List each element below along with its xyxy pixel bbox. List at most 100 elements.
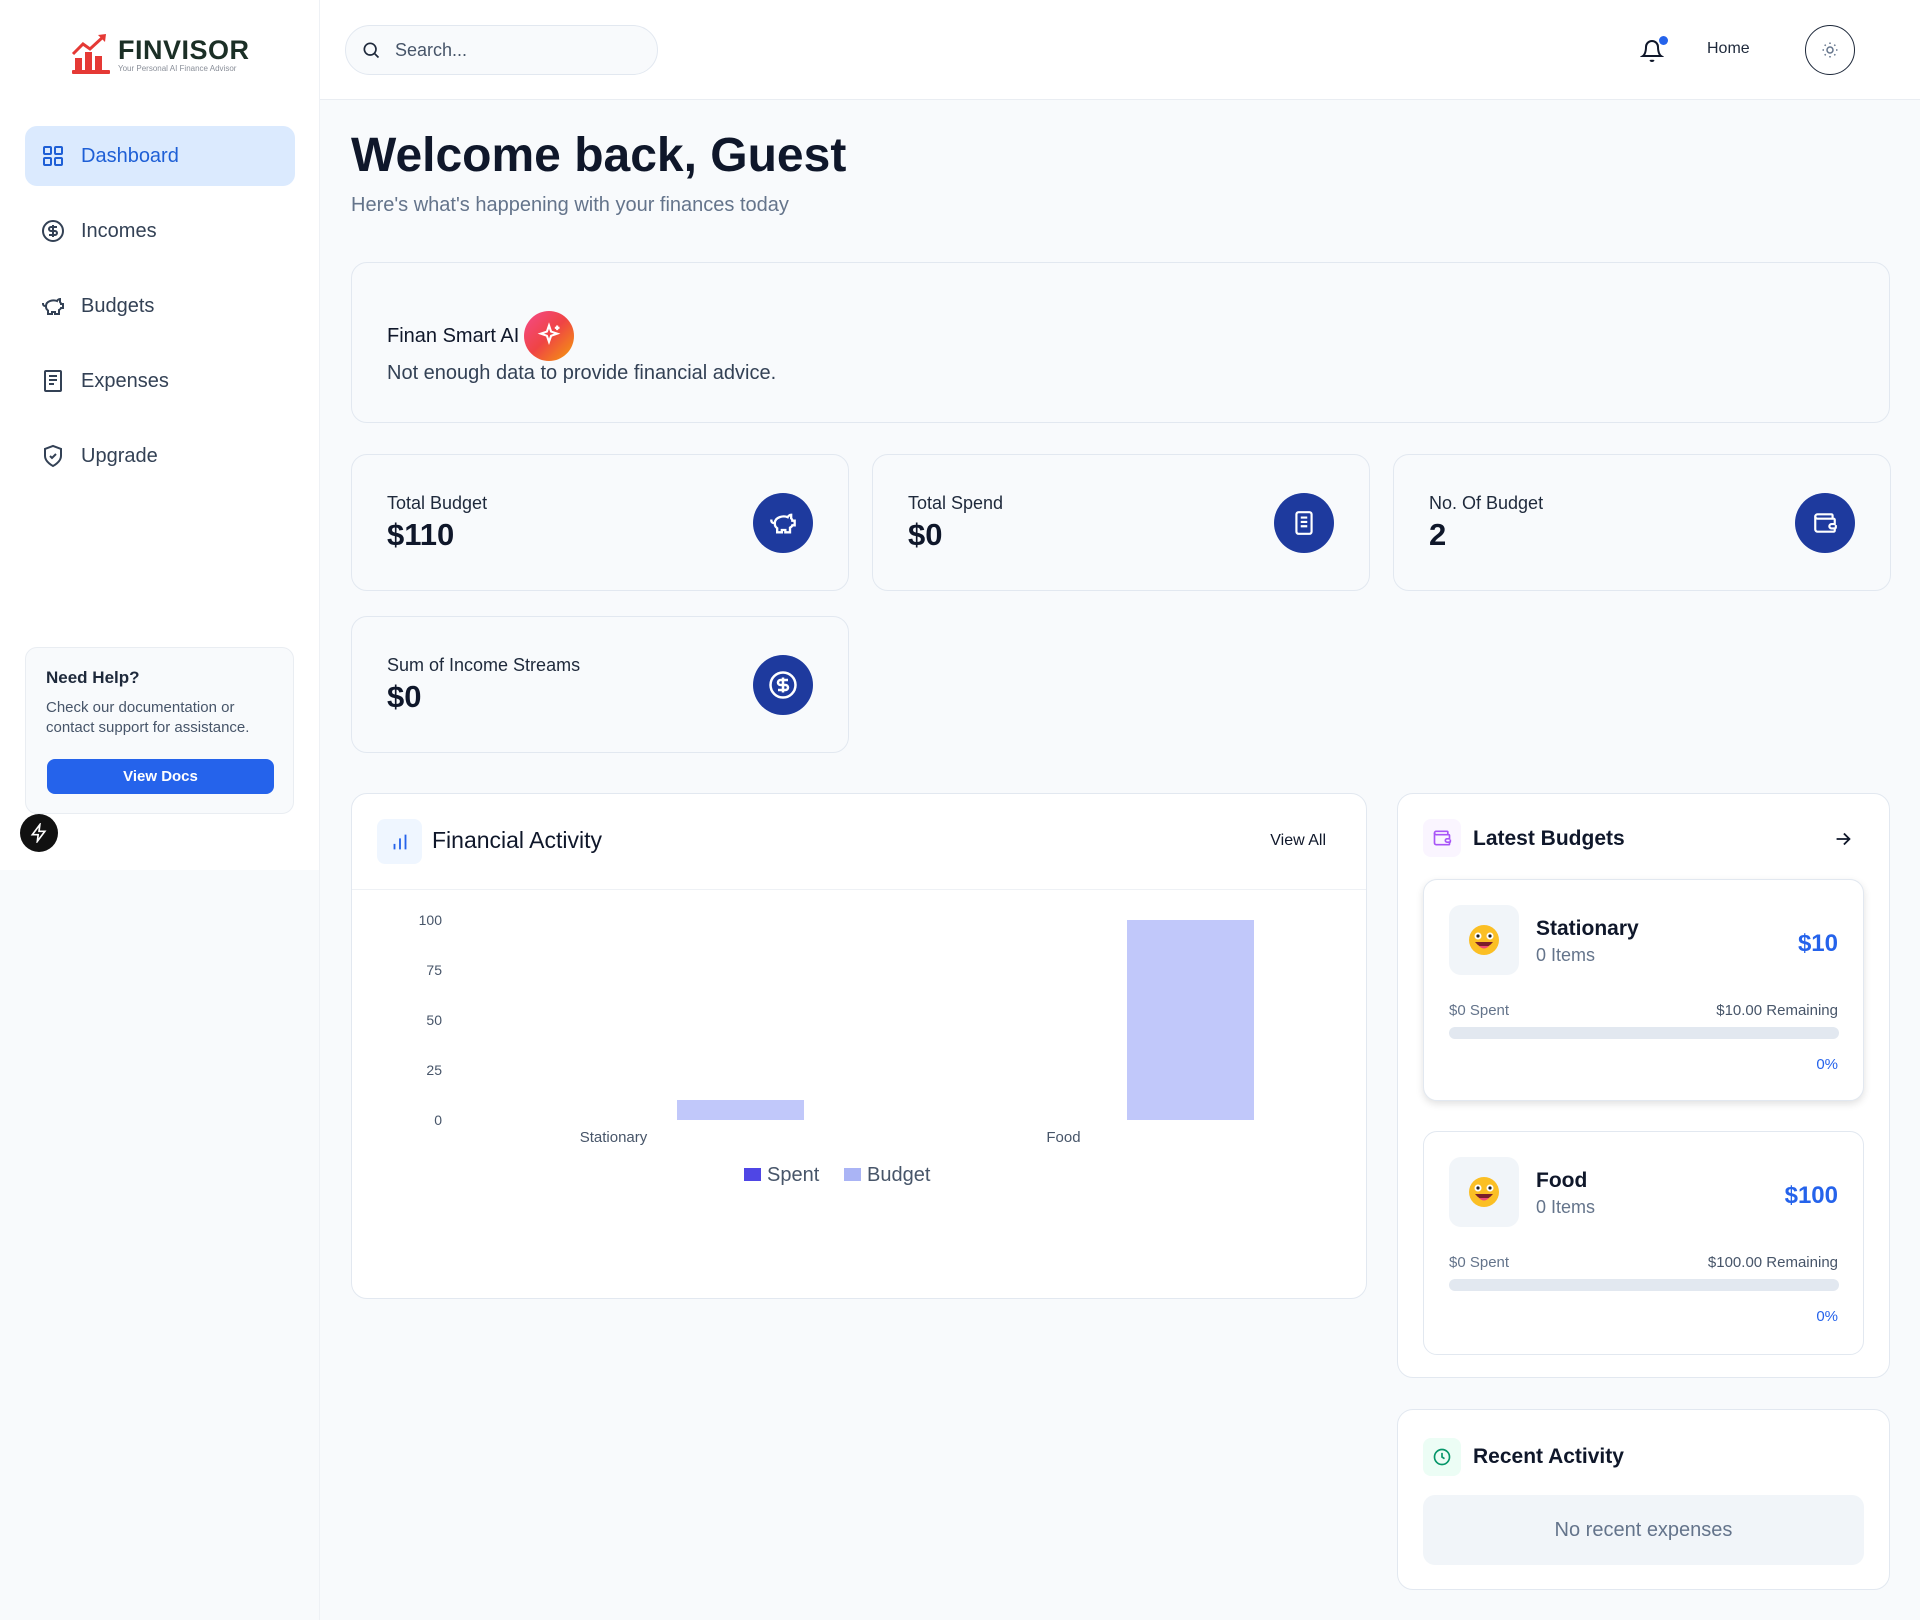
budget-spent: $0 Spent	[1449, 1254, 1510, 1271]
budget-progress-bar	[1449, 1027, 1839, 1039]
financial-activity-card: Financial Activity View All 0 25 50 75 100 St…	[351, 793, 1367, 1299]
home-link[interactable]: Home	[1707, 40, 1750, 58]
stat-icon-badge	[1274, 493, 1334, 553]
grinning-face-icon	[1469, 925, 1499, 955]
legend-swatch-spent	[744, 1168, 761, 1181]
wallet-icon	[1814, 513, 1837, 533]
sidebar-nav: Dashboard Incomes Budgets Expenses Upgra…	[25, 126, 295, 501]
sparkle-badge	[524, 311, 575, 361]
legend-label-spent: Spent	[767, 1164, 820, 1186]
y-tick-label: 25	[426, 1062, 442, 1078]
search-box[interactable]	[345, 25, 658, 75]
budget-amount: $100	[1784, 1182, 1838, 1209]
arrow-right-icon[interactable]	[1832, 828, 1854, 850]
lightning-icon	[30, 823, 47, 843]
theme-toggle-button[interactable]	[1805, 25, 1855, 75]
sidebar: FINVISOR Your Personal AI Finance Adviso…	[0, 0, 320, 870]
shield-check-icon	[44, 444, 62, 468]
view-docs-button[interactable]: View Docs	[47, 759, 274, 794]
legend-label-budget: Budget	[867, 1164, 931, 1186]
brand-tagline: Your Personal AI Finance Advisor	[118, 64, 237, 73]
sidebar-divider	[319, 870, 320, 1620]
brand-name: FINVISOR	[118, 35, 250, 65]
legend-swatch-budget	[844, 1168, 861, 1181]
sidebar-item-label: Dashboard	[81, 144, 179, 167]
budget-name: Stationary	[1536, 917, 1639, 940]
financial-activity-chart: 0 25 50 75 100 Stationary Food Spent Budget	[419, 912, 1254, 1186]
quick-action-button[interactable]	[20, 814, 58, 852]
dollar-circle-icon	[769, 671, 797, 699]
sidebar-item-label: Incomes	[81, 219, 157, 242]
piggy-bank-icon	[42, 297, 64, 315]
y-tick-label: 75	[426, 962, 442, 978]
clock-icon	[1433, 1448, 1451, 1466]
ai-title: Finan Smart AI	[387, 324, 520, 347]
budget-progress-bar	[1449, 1279, 1839, 1291]
bar-chart-badge	[377, 819, 422, 864]
help-card: Need Help? Check our documentation or co…	[25, 647, 294, 814]
recent-activity-empty: No recent expenses	[1423, 1495, 1864, 1565]
stat-value: $0	[908, 517, 943, 552]
grinning-face-icon	[1469, 1177, 1499, 1207]
bar-budget	[677, 1100, 804, 1120]
sidebar-item-label: Expenses	[81, 369, 169, 392]
ai-advice-card: Finan Smart AI Not enough data to provid…	[351, 262, 1890, 423]
x-tick-label: Stationary	[580, 1129, 648, 1146]
logo-chart-icon	[71, 34, 110, 74]
budget-card-stationary[interactable]: Stationary 0 Items $10 $0 Spent $10.00 R…	[1423, 879, 1864, 1101]
help-text: Check our documentation or contact suppo…	[46, 699, 250, 736]
stat-label: No. Of Budget	[1429, 493, 1544, 513]
stat-icon-badge	[1795, 493, 1855, 553]
stat-value: $110	[387, 517, 455, 552]
sidebar-item-expenses[interactable]: Expenses	[25, 351, 295, 411]
wallet-icon	[1433, 830, 1452, 846]
stat-card-no-of-budget: No. Of Budget 2	[1393, 454, 1891, 591]
y-tick-label: 100	[419, 912, 443, 928]
stat-value: 2	[1429, 517, 1447, 552]
x-tick-label: Food	[1046, 1129, 1080, 1146]
sidebar-item-label: Upgrade	[81, 444, 158, 467]
sidebar-item-budgets[interactable]: Budgets	[25, 276, 295, 336]
sidebar-item-upgrade[interactable]: Upgrade	[25, 426, 295, 486]
budget-emoji	[1449, 905, 1519, 975]
bar-chart-icon	[393, 834, 406, 849]
budget-remaining: $100.00 Remaining	[1707, 1254, 1838, 1271]
budget-emoji	[1449, 1157, 1519, 1227]
clock-badge	[1423, 1438, 1461, 1476]
sparkle-icon	[537, 322, 561, 346]
budget-name: Food	[1536, 1169, 1588, 1192]
sun-icon	[1822, 42, 1838, 58]
stat-label: Total Budget	[387, 493, 488, 513]
stat-icon-badge	[753, 655, 813, 715]
sidebar-item-incomes[interactable]: Incomes	[25, 201, 295, 261]
wallet-badge	[1423, 819, 1461, 857]
view-all-link[interactable]: View All	[1270, 832, 1326, 850]
help-title: Need Help?	[46, 668, 140, 687]
sidebar-item-dashboard[interactable]: Dashboard	[25, 126, 295, 186]
recent-activity-title: Recent Activity	[1473, 1445, 1624, 1468]
receipt-icon	[1295, 511, 1313, 535]
stat-label: Sum of Income Streams	[387, 655, 581, 675]
notification-dot	[1659, 36, 1668, 45]
stat-card-total-spend: Total Spend $0	[872, 454, 1370, 591]
budget-amount: $10	[1797, 930, 1838, 957]
budget-percent: 0%	[1816, 1056, 1838, 1073]
ai-message: Not enough data to provide financial adv…	[387, 362, 777, 384]
ai-title-row: Finan Smart AI	[387, 311, 575, 361]
latest-budgets-title: Latest Budgets	[1473, 827, 1625, 850]
stat-value: $0	[387, 679, 422, 714]
financial-activity-title: Financial Activity	[432, 827, 603, 853]
stat-card-income-streams: Sum of Income Streams $0	[351, 616, 849, 753]
bar-budget	[1127, 920, 1254, 1120]
stat-icon-badge	[753, 493, 813, 553]
y-tick-label: 0	[434, 1112, 442, 1128]
budget-item-count: 0 Items	[1536, 945, 1596, 965]
page-subtitle: Here's what's happening with your financ…	[351, 194, 789, 216]
budget-card-food[interactable]: Food 0 Items $100 $0 Spent $100.00 Remai…	[1423, 1131, 1864, 1355]
budget-spent: $0 Spent	[1449, 1002, 1510, 1019]
search-input[interactable]	[395, 39, 635, 61]
notifications-button[interactable]	[1640, 36, 1668, 64]
brand-logo[interactable]: FINVISOR Your Personal AI Finance Adviso…	[70, 32, 250, 76]
financial-activity-header: Financial Activity View All	[352, 794, 1366, 890]
stat-label: Total Spend	[908, 493, 1004, 513]
